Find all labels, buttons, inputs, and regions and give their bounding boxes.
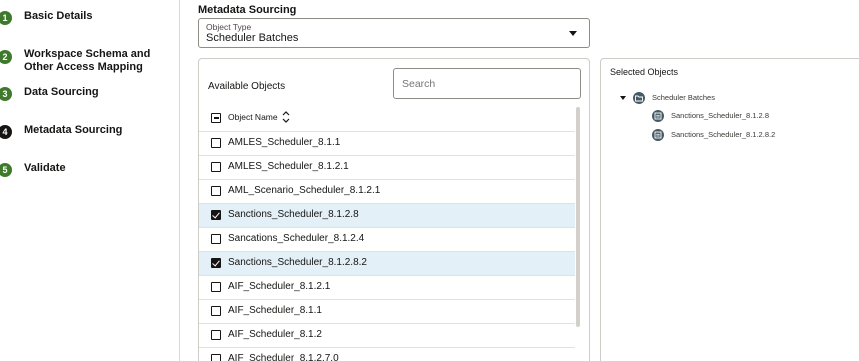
table-row[interactable]: AMLES_Scheduler_8.1.2.1 bbox=[199, 155, 575, 179]
row-checkbox[interactable] bbox=[211, 306, 221, 316]
batch-icon bbox=[652, 129, 664, 141]
row-checkbox[interactable] bbox=[211, 258, 221, 268]
step-number: 2 bbox=[0, 50, 12, 64]
object-type-label: Object Type bbox=[206, 22, 252, 32]
row-checkbox[interactable] bbox=[211, 210, 221, 220]
row-checkbox[interactable] bbox=[211, 354, 221, 361]
step-label: Validate bbox=[24, 162, 66, 174]
tree-child-label[interactable]: Sanctions_Scheduler_8.1.2.8.2 bbox=[671, 130, 775, 139]
train-stepper: 1 Basic Details 2 Workspace Schema and O… bbox=[0, 0, 180, 361]
table-row[interactable]: Sancations_Scheduler_8.1.2.4 bbox=[199, 227, 575, 251]
folder-icon bbox=[633, 92, 645, 104]
row-label: AMLES_Scheduler_8.1.1 bbox=[228, 137, 341, 148]
table-row[interactable]: AIF_Scheduler_8.1.2.7.0 bbox=[199, 347, 575, 361]
search-input[interactable] bbox=[393, 68, 581, 99]
available-objects-panel: Available Objects Object Name AMLES_Sche… bbox=[198, 58, 590, 361]
row-checkbox[interactable] bbox=[211, 330, 221, 340]
table-row[interactable]: AMLES_Scheduler_8.1.1 bbox=[199, 131, 575, 155]
sort-icon[interactable] bbox=[281, 109, 291, 125]
batch-icon bbox=[652, 110, 664, 122]
row-checkbox[interactable] bbox=[211, 282, 221, 292]
step-number: 1 bbox=[0, 11, 12, 25]
table-row[interactable]: Sanctions_Scheduler_8.1.2.8.2 bbox=[199, 251, 575, 275]
table-row[interactable]: AIF_Scheduler_8.1.1 bbox=[199, 299, 575, 323]
row-label: AMLES_Scheduler_8.1.2.1 bbox=[228, 161, 349, 172]
row-label: Sanctions_Scheduler_8.1.2.8.2 bbox=[228, 257, 367, 268]
object-type-select[interactable]: Object Type Scheduler Batches bbox=[198, 18, 590, 48]
select-all-checkbox[interactable] bbox=[211, 113, 221, 123]
row-checkbox[interactable] bbox=[211, 186, 221, 196]
row-label: Sancations_Scheduler_8.1.2.4 bbox=[228, 233, 365, 244]
step-label: Basic Details bbox=[24, 10, 93, 22]
step-number: 3 bbox=[0, 87, 12, 101]
step-label: Workspace Schema and Other Access Mappin… bbox=[24, 48, 151, 73]
row-label: AIF_Scheduler_8.1.2.7.0 bbox=[228, 353, 339, 361]
object-type-value: Scheduler Batches bbox=[206, 32, 299, 44]
list-scrollbar[interactable] bbox=[576, 107, 580, 327]
available-objects-title: Available Objects bbox=[208, 81, 286, 92]
row-label: Sanctions_Scheduler_8.1.2.8 bbox=[228, 209, 359, 220]
step-number: 5 bbox=[0, 163, 12, 177]
table-row[interactable]: AIF_Scheduler_8.1.2.1 bbox=[199, 275, 575, 299]
tree-child-label[interactable]: Sanctions_Scheduler_8.1.2.8 bbox=[671, 111, 769, 120]
step-number: 4 bbox=[0, 125, 12, 139]
page-title: Metadata Sourcing bbox=[198, 4, 297, 16]
caret-down-icon[interactable] bbox=[620, 96, 626, 100]
row-checkbox[interactable] bbox=[211, 162, 221, 172]
step-label: Metadata Sourcing bbox=[24, 124, 123, 136]
step-label: Data Sourcing bbox=[24, 86, 99, 98]
selected-objects-title: Selected Objects bbox=[610, 67, 679, 77]
tree-root-label[interactable]: Scheduler Batches bbox=[652, 93, 715, 102]
table-header: Object Name bbox=[199, 107, 575, 131]
table-row[interactable]: AML_Scenario_Scheduler_8.1.2.1 bbox=[199, 179, 575, 203]
row-label: AIF_Scheduler_8.1.2 bbox=[228, 329, 322, 340]
row-label: AML_Scenario_Scheduler_8.1.2.1 bbox=[228, 185, 381, 196]
column-header-object-name[interactable]: Object Name bbox=[228, 112, 278, 122]
table-row[interactable]: Sanctions_Scheduler_8.1.2.8 bbox=[199, 203, 575, 227]
chevron-down-icon[interactable] bbox=[569, 31, 577, 36]
table-row[interactable]: AIF_Scheduler_8.1.2 bbox=[199, 323, 575, 347]
row-label: AIF_Scheduler_8.1.2.1 bbox=[228, 281, 331, 292]
row-label: AIF_Scheduler_8.1.1 bbox=[228, 305, 322, 316]
row-checkbox[interactable] bbox=[211, 138, 221, 148]
row-checkbox[interactable] bbox=[211, 234, 221, 244]
selected-objects-panel: Selected Objects Scheduler Batches Sanct… bbox=[600, 58, 859, 361]
